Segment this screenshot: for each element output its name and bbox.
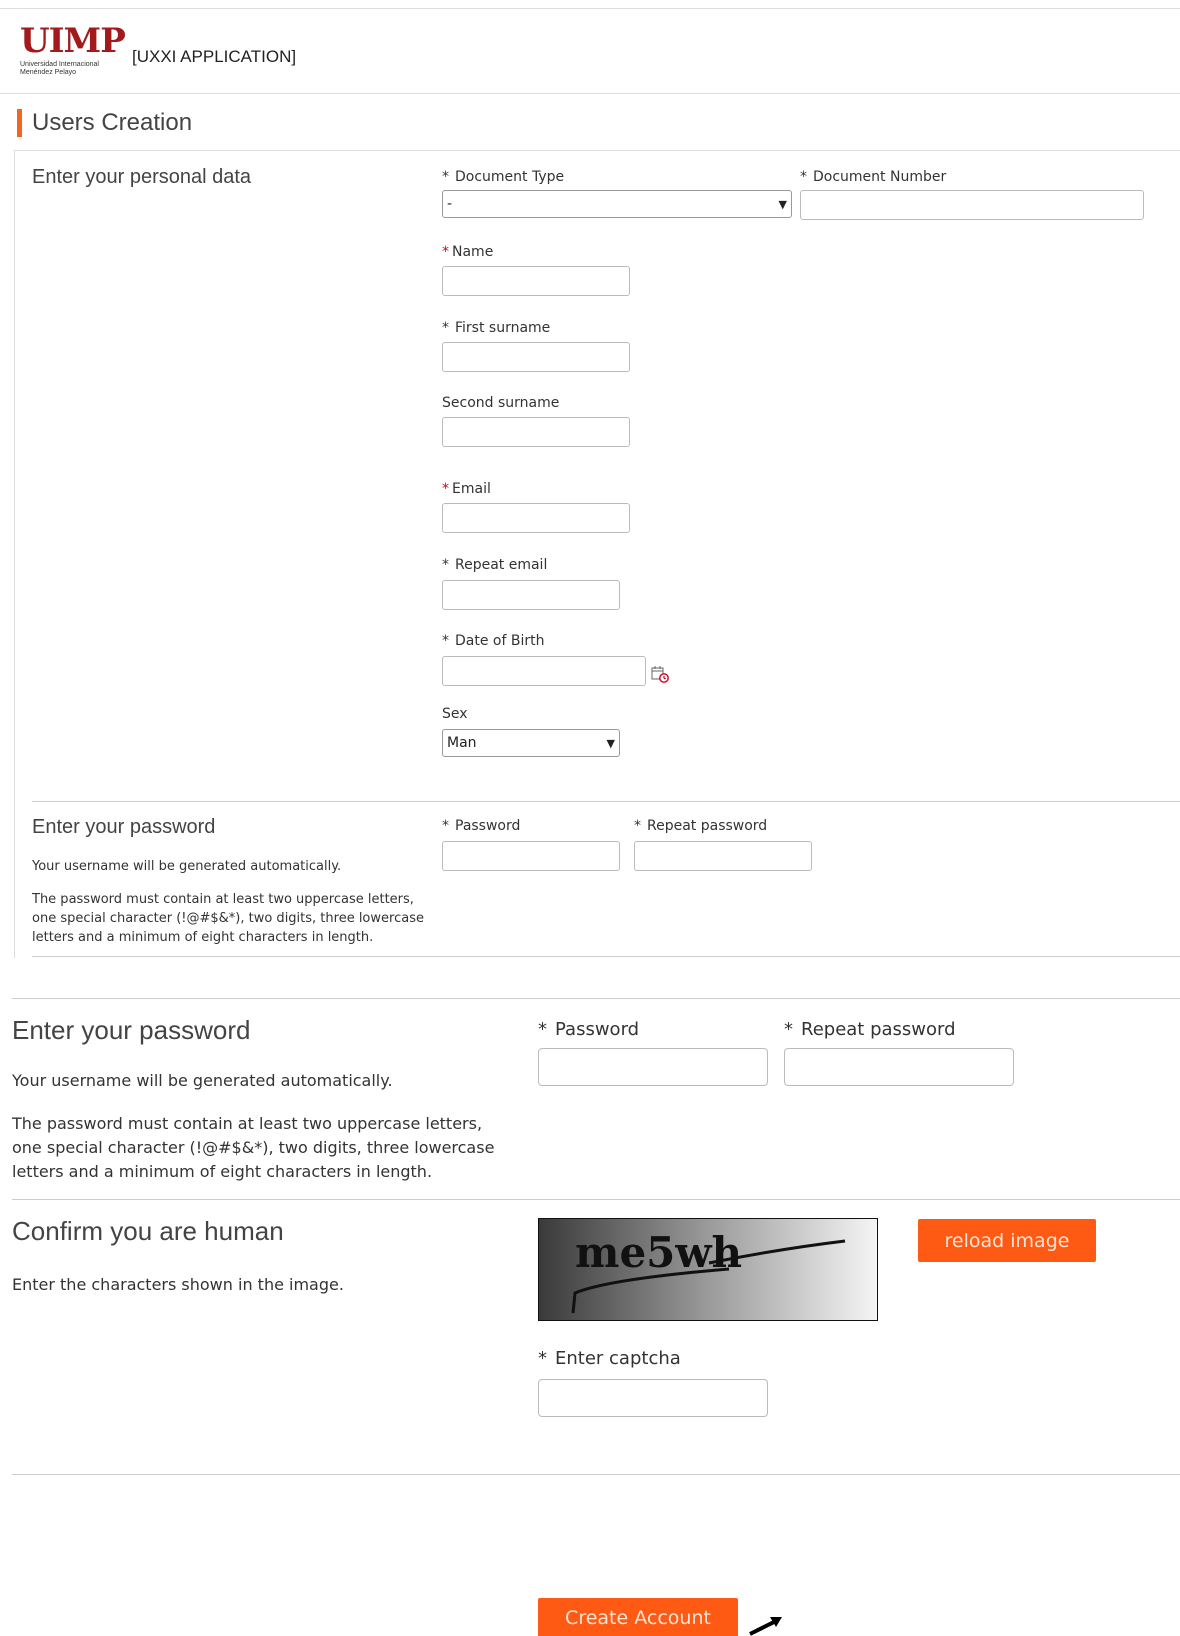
repeat-password-label-large: * Repeat password [784,1019,956,1040]
arrow-icon [748,1614,788,1636]
name-input[interactable] [442,266,630,296]
password-heading-small: Enter your password [32,816,216,838]
username-note-small: Your username will be generated automati… [32,859,342,874]
password-heading-large: Enter your password [12,1015,251,1045]
repeat-email-label: * Repeat email [442,557,548,573]
sex-label: Sex [442,706,468,722]
uimp-logo[interactable]: UIMP [20,24,126,58]
captcha-image: me5wh [538,1218,878,1321]
password-rules-small: The password must contain at least two u… [32,892,424,945]
personal-data-heading: Enter your personal data [32,166,252,188]
email-label: * Email [442,481,491,497]
password-input-small[interactable] [442,841,620,871]
first-surname-label: * First surname [442,320,551,336]
page-title: Users Creation [32,109,193,136]
email-input[interactable] [442,503,630,533]
create-account-button[interactable]: Create Account [538,1598,738,1636]
chevron-down-icon: ▼ [606,736,615,750]
dob-label: * Date of Birth [442,633,545,649]
divider [32,801,1180,802]
password-input-large[interactable] [538,1048,768,1086]
document-number-label: * Document Number [800,169,947,185]
repeat-password-input-large[interactable] [784,1048,1014,1086]
second-surname-label: Second surname [442,395,560,411]
title-accent-bar [17,109,22,137]
captcha-heading: Confirm you are human [12,1216,284,1246]
app-name: [UXXI APPLICATION] [132,47,297,66]
calendar-icon[interactable] [651,665,669,683]
sex-select[interactable]: Man ▼ [442,729,620,757]
chevron-down-icon: ▼ [778,197,787,211]
divider [32,956,1180,957]
document-type-select[interactable]: - ▼ [442,190,792,218]
divider [12,1474,1180,1475]
password-rules-large: The password must contain at least two u… [12,1114,495,1181]
password-label-small: * Password [442,818,521,834]
document-number-input[interactable] [800,190,1144,220]
first-surname-input[interactable] [442,342,630,372]
document-type-label: * Document Type [442,169,565,185]
form-top-border [14,150,1180,151]
repeat-email-input[interactable] [442,580,620,610]
name-label: * Name [442,244,494,260]
dob-input[interactable] [442,656,646,686]
logo-subtitle: Universidad Internacional Menéndez Pelay… [20,61,99,76]
captcha-instruction: Enter the characters shown in the image. [12,1275,344,1294]
password-label-large: * Password [538,1019,640,1040]
form-left-border [14,150,15,958]
divider [12,998,1180,999]
reload-image-button[interactable]: reload image [918,1219,1096,1262]
repeat-password-label-small: * Repeat password [634,818,768,834]
repeat-password-input-small[interactable] [634,841,812,871]
captcha-label: * Enter captcha [538,1348,681,1369]
divider [12,1199,1180,1200]
username-note-large: Your username will be generated automati… [12,1071,393,1090]
second-surname-input[interactable] [442,417,630,447]
captcha-input[interactable] [538,1379,768,1417]
